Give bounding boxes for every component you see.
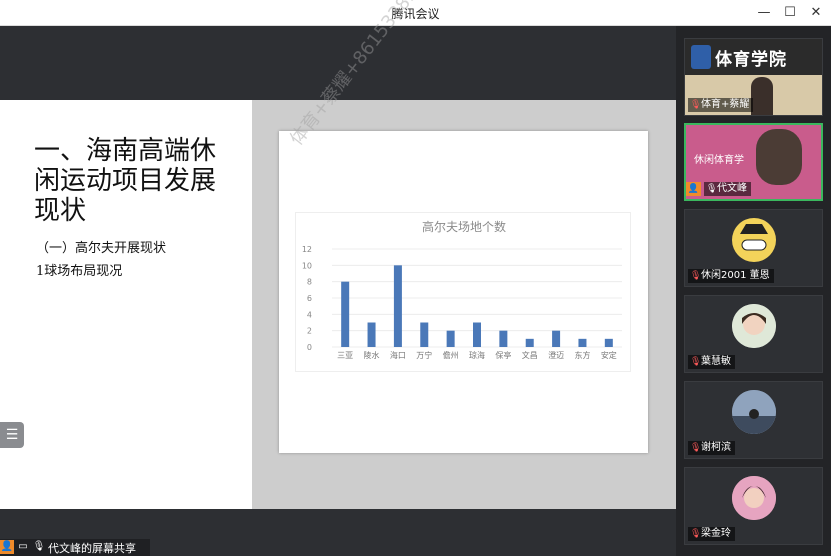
x-tick-label: 保亭 <box>495 350 511 360</box>
person-silhouette-icon <box>751 77 773 115</box>
x-tick-label: 东方 <box>574 350 590 360</box>
bar-保亭 <box>499 330 508 347</box>
mic-muted-icon: 🎙 <box>690 443 702 453</box>
window-title: 腾讯会议 <box>391 7 440 21</box>
screen-share-label: 代文峰的屏幕共享 <box>48 542 136 555</box>
chart-frame: 高尔夫场地个数 0 2 4 6 8 10 12 三亚 陵水 海口 万宁 儋州 琼海 保亭 文昌 澄迈 东方 安定 <box>295 212 631 372</box>
participant-name: 休闲2001 董恩 <box>701 270 770 281</box>
participant-sidebar: 体育学院 🎙体育+蔡耀 休闲体育学 👤 🎙代文峰 🎙休闲2001 董恩 🎙葉慧敏… <box>676 26 831 556</box>
bar-文昌 <box>525 338 534 347</box>
participant-tile[interactable]: 🎙谢柯滨 <box>684 381 823 459</box>
school-logo-icon <box>691 45 711 69</box>
x-tick-label: 澄迈 <box>548 350 564 360</box>
participant-name-label: 🎙体育+蔡耀 <box>688 98 754 112</box>
mic-on-icon: 🎙 <box>706 184 718 194</box>
bar-chart: 高尔夫场地个数 0 2 4 6 8 10 12 三亚 陵水 海口 万宁 儋州 琼海 保亭 文昌 澄迈 东方 安定 <box>302 219 622 360</box>
bar-儋州 <box>446 330 455 347</box>
person-silhouette-icon <box>756 129 802 185</box>
participant-tile-active[interactable]: 休闲体育学 👤 🎙代文峰 <box>684 123 823 201</box>
title-bar: 腾讯会议 — ☐ ✕ <box>0 0 831 26</box>
bar-琼海 <box>473 322 481 347</box>
host-icon: 👤 <box>686 182 701 196</box>
bar-安定 <box>604 338 613 347</box>
slide-title: 一、海南高端休闲运动项目发展现状 <box>34 136 217 226</box>
mic-muted-icon: 🎙 <box>690 100 702 110</box>
screen-share-indicator: 👤 ▭ 🎙 代文峰的屏幕共享 <box>0 539 150 556</box>
bar-东方 <box>578 338 587 347</box>
bar-海口 <box>393 265 402 347</box>
host-icon: 👤 <box>0 540 14 554</box>
x-tick-label: 三亚 <box>337 351 353 360</box>
avatar <box>731 218 776 262</box>
participant-tile[interactable]: 🎙梁金玲 <box>684 467 823 545</box>
participant-name-label: 🎙梁金玲 <box>688 527 735 541</box>
participant-name-label: 🎙休闲2001 董恩 <box>688 269 774 283</box>
x-tick-label: 万宁 <box>416 350 432 360</box>
participant-name-label: 🎙谢柯滨 <box>688 441 735 455</box>
y-tick-label: 12 <box>302 245 312 254</box>
participant-tile[interactable]: 体育学院 🎙体育+蔡耀 <box>684 38 823 116</box>
bar-澄迈 <box>552 330 561 347</box>
participant-name-label: 🎙葉慧敏 <box>688 355 735 369</box>
maximize-button[interactable]: ☐ <box>780 3 800 23</box>
x-tick-label: 安定 <box>601 350 617 360</box>
avatar <box>731 390 776 434</box>
participant-name: 葉慧敏 <box>701 356 731 367</box>
avatar <box>731 476 776 520</box>
list-toggle-button[interactable]: ☰ <box>0 422 24 448</box>
slide-subtitle-2: 1球场布局现况 <box>36 264 123 279</box>
participant-tile[interactable]: 🎙葉慧敏 <box>684 295 823 373</box>
y-tick-label: 4 <box>307 310 312 319</box>
participant-name: 谢柯滨 <box>701 442 731 453</box>
x-tick-label: 琼海 <box>469 350 485 360</box>
chart-card: 高尔夫场地个数 0 2 4 6 8 10 12 三亚 陵水 海口 万宁 儋州 琼海 保亭 文昌 澄迈 东方 安定 <box>279 131 648 453</box>
y-tick-label: 6 <box>307 294 312 303</box>
participant-name: 代文峰 <box>717 183 747 194</box>
avatar <box>731 304 776 348</box>
x-tick-label: 陵水 <box>364 350 380 360</box>
chart-title: 高尔夫场地个数 <box>422 219 506 234</box>
y-tick-label: 2 <box>307 327 312 336</box>
video-banner-text: 休闲体育学 <box>694 155 744 166</box>
bar-陵水 <box>367 322 376 347</box>
mic-muted-icon: 🎙 <box>690 529 702 539</box>
mic-muted-icon: 🎙 <box>690 357 702 367</box>
y-tick-label: 8 <box>307 278 312 287</box>
y-tick-label: 10 <box>302 261 312 270</box>
minimize-button[interactable]: — <box>754 3 774 23</box>
mic-muted-icon: 🎙 <box>690 271 702 281</box>
bar-万宁 <box>420 322 429 347</box>
participant-name: 体育+蔡耀 <box>701 99 750 110</box>
participant-name-label: 🎙代文峰 <box>704 182 751 196</box>
shared-screen-area: 一、海南高端休闲运动项目发展现状 （一）高尔夫开展现状 1球场布局现况 ☰ 高尔… <box>0 0 676 556</box>
video-banner-text: 体育学院 <box>715 50 787 70</box>
x-tick-label: 文昌 <box>522 350 538 360</box>
slide-subtitle: （一）高尔夫开展现状 <box>36 241 167 256</box>
microphone-icon: 🎙 <box>32 541 46 552</box>
participant-name: 梁金玲 <box>701 528 731 539</box>
screen-share-icon: ▭ <box>18 541 28 552</box>
presentation-slide: 一、海南高端休闲运动项目发展现状 （一）高尔夫开展现状 1球场布局现况 ☰ 高尔… <box>0 100 676 509</box>
slide-text-panel: 一、海南高端休闲运动项目发展现状 （一）高尔夫开展现状 1球场布局现况 <box>0 100 252 509</box>
bar-三亚 <box>341 281 350 347</box>
y-tick-label: 0 <box>307 343 312 352</box>
x-tick-label: 儋州 <box>443 350 459 360</box>
x-tick-label: 海口 <box>390 350 406 360</box>
participant-tile[interactable]: 🎙休闲2001 董恩 <box>684 209 823 287</box>
close-button[interactable]: ✕ <box>806 3 826 23</box>
